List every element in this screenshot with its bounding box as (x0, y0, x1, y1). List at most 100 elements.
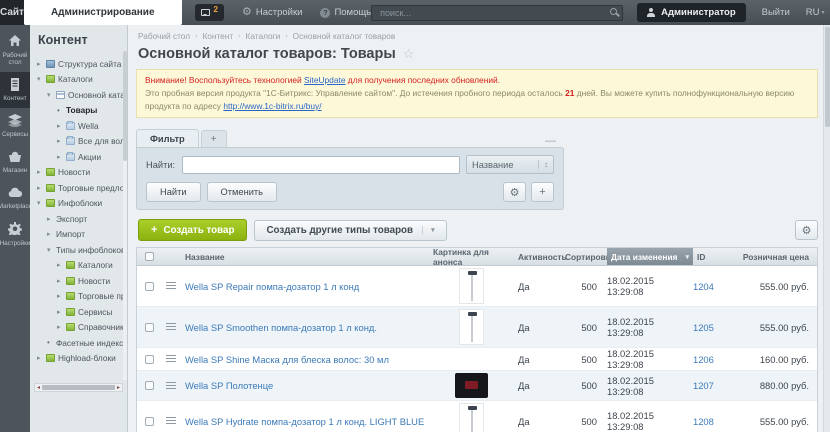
open-expander-icon[interactable]: ▾ (47, 91, 56, 99)
main-vertical-scrollbar[interactable] (823, 25, 830, 432)
closed-expander-icon[interactable]: ▸ (37, 354, 46, 362)
breadcrumb-item[interactable]: Основной каталог товаров (293, 31, 396, 41)
sidebar-item[interactable]: ▾Типы инфоблоков (30, 242, 127, 258)
breadcrumb-item[interactable]: Каталоги (246, 31, 281, 41)
column-header-active[interactable]: Активность (513, 248, 561, 265)
sidebar-item[interactable]: ▸Торговые предложения (30, 180, 127, 196)
product-id-link[interactable]: 1204 (693, 281, 714, 292)
column-header-date-sorted[interactable]: Дата изменения ▾ (607, 248, 693, 265)
create-other-types-button[interactable]: Создать другие типы товаров ▾ (254, 220, 446, 241)
create-product-button[interactable]: + Создать товар (138, 219, 247, 241)
sidebar-item[interactable]: ▸Торговые предложе (30, 289, 127, 305)
siteupdate-link[interactable]: SiteUpdate (304, 75, 345, 85)
find-button[interactable]: Найти (146, 182, 201, 202)
sidebar-item[interactable]: ▸Импорт (30, 227, 127, 243)
product-id-link[interactable]: 1207 (693, 380, 714, 391)
sidebar-item[interactable]: ▸Структура сайта (30, 56, 127, 72)
sort-direction-icon[interactable]: ▾ (680, 253, 689, 261)
sidebar-item[interactable]: ▸Справочники (30, 320, 127, 336)
sidebar-item[interactable]: ▸Highload-блоки (30, 351, 127, 367)
sidebar-item[interactable]: •Товары (30, 103, 127, 119)
filter-tab[interactable]: Фильтр (136, 129, 199, 147)
row-menu-icon[interactable] (166, 282, 176, 290)
scrollbar-thumb[interactable] (123, 51, 127, 161)
row-menu-icon[interactable] (166, 323, 176, 331)
column-header-sort[interactable]: Сортировка (561, 248, 607, 265)
sidebar-item[interactable]: ▸Сервисы (30, 304, 127, 320)
closed-expander-icon[interactable]: ▸ (57, 308, 66, 316)
select-all-checkbox[interactable] (145, 252, 154, 261)
tree-vertical-scrollbar[interactable] (123, 51, 127, 380)
open-expander-icon[interactable]: ▾ (37, 75, 46, 83)
minimize-filter-button[interactable]: — (541, 135, 560, 147)
column-header-name[interactable]: Название (181, 248, 429, 265)
filter-field-select[interactable]: Название ↕ (466, 155, 554, 174)
closed-expander-icon[interactable]: ▸ (47, 215, 56, 223)
open-expander-icon[interactable]: ▾ (47, 246, 56, 254)
filter-query-input[interactable] (182, 156, 460, 174)
sidebar-item[interactable]: ▾Инфоблоки (30, 196, 127, 212)
product-name-link[interactable]: Wella SP Полотенце (185, 380, 273, 391)
row-menu-icon[interactable] (166, 417, 176, 425)
closed-expander-icon[interactable]: ▸ (47, 230, 56, 238)
sidebar-item[interactable]: ▸Все для волос (30, 134, 127, 150)
rail-item-document[interactable]: Контент (0, 72, 30, 108)
product-id-link[interactable]: 1208 (693, 416, 714, 427)
sidebar-item[interactable]: ▸Wella (30, 118, 127, 134)
closed-expander-icon[interactable]: ▸ (37, 60, 46, 68)
closed-expander-icon[interactable]: ▸ (57, 137, 66, 145)
scrollbar-thumb[interactable] (825, 27, 830, 127)
row-menu-icon[interactable] (166, 355, 176, 363)
product-id-link[interactable]: 1206 (693, 354, 714, 365)
cancel-button[interactable]: Отменить (207, 182, 277, 202)
help-menu-item[interactable]: ? Помощь (320, 7, 371, 18)
product-id-link[interactable]: 1205 (693, 322, 714, 333)
notifications-button[interactable]: 2 (195, 4, 224, 21)
row-menu-icon[interactable] (166, 382, 176, 390)
sidebar-item[interactable]: ▾Основной каталог това (30, 87, 127, 103)
sidebar-item[interactable]: •Фасетные индексы (30, 335, 127, 351)
product-name-link[interactable]: Wella SP Shine Маска для блеска волос: 3… (185, 354, 389, 365)
closed-expander-icon[interactable]: ▸ (57, 292, 66, 300)
row-checkbox[interactable] (145, 323, 154, 332)
settings-menu-item[interactable]: ⚙ Настройки (242, 7, 302, 18)
closed-expander-icon[interactable]: ▸ (57, 277, 66, 285)
user-button[interactable]: Администратор (637, 3, 746, 22)
closed-expander-icon[interactable]: ▸ (37, 184, 46, 192)
tab-administration[interactable]: Администрирование (24, 0, 182, 25)
closed-expander-icon[interactable]: ▸ (57, 122, 66, 130)
favorite-star-icon[interactable]: ☆ (403, 46, 415, 62)
rail-item-basket[interactable]: Магазин (0, 144, 30, 180)
add-filter-tab-button[interactable]: + (201, 130, 227, 147)
row-checkbox[interactable] (145, 282, 154, 291)
search-input[interactable] (371, 5, 623, 21)
closed-expander-icon[interactable]: ▸ (57, 153, 66, 161)
column-header-id[interactable]: ID (693, 248, 729, 265)
scrollbar-thumb[interactable] (42, 385, 115, 390)
row-checkbox[interactable] (145, 355, 154, 364)
row-checkbox[interactable] (145, 417, 154, 426)
breadcrumb-item[interactable]: Рабочий стол (138, 31, 190, 41)
sidebar-item[interactable]: ▸Новости (30, 165, 127, 181)
filter-add-button[interactable]: + (531, 182, 554, 202)
sidebar-item[interactable]: ▸Экспорт (30, 211, 127, 227)
scroll-right-icon[interactable]: ▸ (115, 385, 122, 391)
grid-settings-button[interactable]: ⚙ (795, 220, 818, 240)
row-checkbox[interactable] (145, 381, 154, 390)
column-header-price[interactable]: Розничная цена (729, 248, 817, 265)
sidebar-item[interactable]: ▸Новости (30, 273, 127, 289)
rail-item-home[interactable]: Рабочий стол (0, 28, 30, 72)
filter-settings-button[interactable]: ⚙ (503, 182, 526, 202)
tree-horizontal-scrollbar[interactable]: ◂ ▸ (34, 383, 123, 392)
rail-item-gear[interactable]: Настройки (0, 216, 30, 252)
closed-expander-icon[interactable]: ▸ (57, 323, 66, 331)
product-name-link[interactable]: Wella SP Smoothen помпа-дозатор 1 л конд… (185, 322, 377, 333)
scroll-left-icon[interactable]: ◂ (35, 385, 42, 391)
open-expander-icon[interactable]: ▾ (37, 199, 46, 207)
sidebar-item[interactable]: ▸Каталоги (30, 258, 127, 274)
rail-item-layers[interactable]: Сервисы (0, 108, 30, 144)
closed-expander-icon[interactable]: ▸ (57, 261, 66, 269)
column-header-picture[interactable]: Картинка для анонса (429, 248, 513, 265)
buy-link[interactable]: http://www.1c-bitrix.ru/buy/ (223, 101, 321, 111)
sidebar-item[interactable]: ▸Акции (30, 149, 127, 165)
